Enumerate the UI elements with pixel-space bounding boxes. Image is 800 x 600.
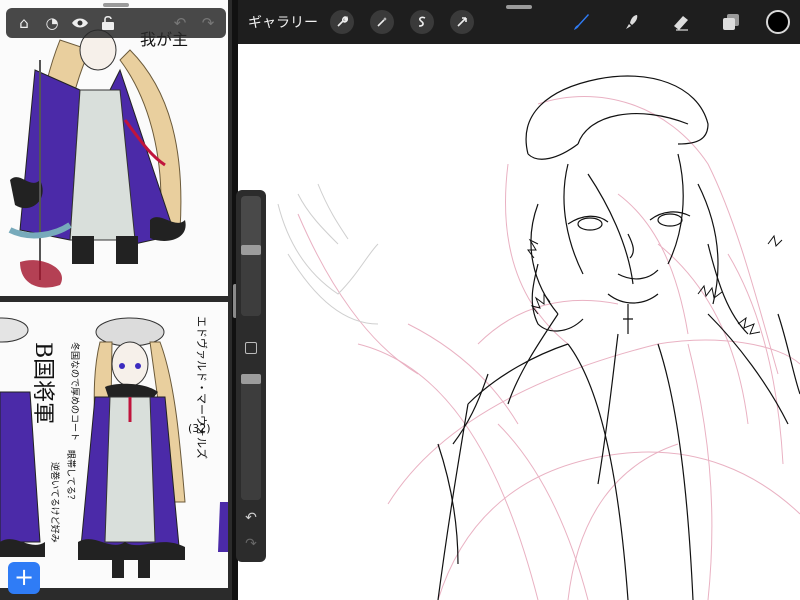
arrow-cursor-icon[interactable] bbox=[450, 10, 474, 34]
gallery-button[interactable]: ギャラリー bbox=[248, 12, 318, 32]
undo-arrow-icon[interactable]: ↶ bbox=[168, 11, 192, 35]
brush-size-thumb[interactable] bbox=[241, 245, 261, 255]
brush-size-slider[interactable] bbox=[241, 196, 261, 316]
opacity-slider[interactable] bbox=[241, 374, 261, 500]
bottom-name-text: エドヴァルド・マーウォルズ bbox=[195, 316, 209, 459]
magic-wand-icon[interactable] bbox=[370, 10, 394, 34]
brush-size-fill bbox=[241, 245, 261, 316]
redo-icon[interactable]: ↷ bbox=[236, 536, 266, 552]
procreate-app: ギャラリー bbox=[238, 0, 800, 600]
side-bar: ↶ ↷ bbox=[236, 190, 266, 562]
app-grabber[interactable] bbox=[506, 5, 532, 9]
sketch-drawing bbox=[277, 75, 800, 600]
character-sketch-top: 我が主 bbox=[8, 29, 188, 288]
layers-icon[interactable] bbox=[716, 7, 746, 37]
left-grabber[interactable] bbox=[103, 3, 129, 7]
bottom-note3-text: 逆巻いてるけど好み bbox=[49, 462, 61, 543]
selection-s-icon[interactable] bbox=[410, 10, 434, 34]
modify-button[interactable] bbox=[245, 342, 257, 354]
screen: 我が主 B国将軍 エドヴァルド・マーウォルズ (32) 冬国なので厚めのコート … bbox=[0, 0, 800, 600]
drawing-canvas[interactable] bbox=[238, 44, 800, 600]
eye-icon[interactable] bbox=[68, 11, 92, 35]
bottom-note2-text: 眼帯してる？ bbox=[65, 450, 77, 504]
opacity-thumb[interactable] bbox=[241, 374, 261, 384]
color-picker[interactable] bbox=[766, 10, 790, 34]
wrench-icon[interactable] bbox=[330, 10, 354, 34]
reference-image-top[interactable]: 我が主 bbox=[0, 0, 228, 296]
adjust-icon[interactable]: ◔ bbox=[40, 11, 64, 35]
bottom-title-text: B国将軍 bbox=[30, 342, 55, 424]
house-icon[interactable]: ⌂ bbox=[12, 11, 36, 35]
bottom-note1-text: 冬国なので厚めのコート bbox=[69, 342, 81, 441]
bottom-age-text: (32) bbox=[188, 422, 211, 435]
character-sheet-bottom: B国将軍 エドヴァルド・マーウォルズ (32) 冬国なので厚めのコート 眼帯して… bbox=[0, 316, 228, 578]
reference-pane: 我が主 B国将軍 エドヴァルド・マーウォルズ (32) 冬国なので厚めのコート … bbox=[0, 0, 232, 600]
smudge-icon[interactable] bbox=[616, 7, 646, 37]
brush-icon[interactable] bbox=[566, 7, 596, 37]
undo-icon[interactable]: ↶ bbox=[236, 510, 266, 526]
left-toolbar: ⌂ ◔ ↶ ↷ bbox=[6, 8, 226, 38]
redo-arrow-icon[interactable]: ↷ bbox=[196, 11, 220, 35]
unlock-icon[interactable] bbox=[96, 11, 120, 35]
reference-image-bottom[interactable]: B国将軍 エドヴァルド・マーウォルズ (32) 冬国なので厚めのコート 眼帯して… bbox=[0, 302, 228, 588]
eraser-icon[interactable] bbox=[666, 7, 696, 37]
add-button[interactable]: + bbox=[8, 562, 40, 594]
opacity-fill bbox=[241, 374, 261, 500]
